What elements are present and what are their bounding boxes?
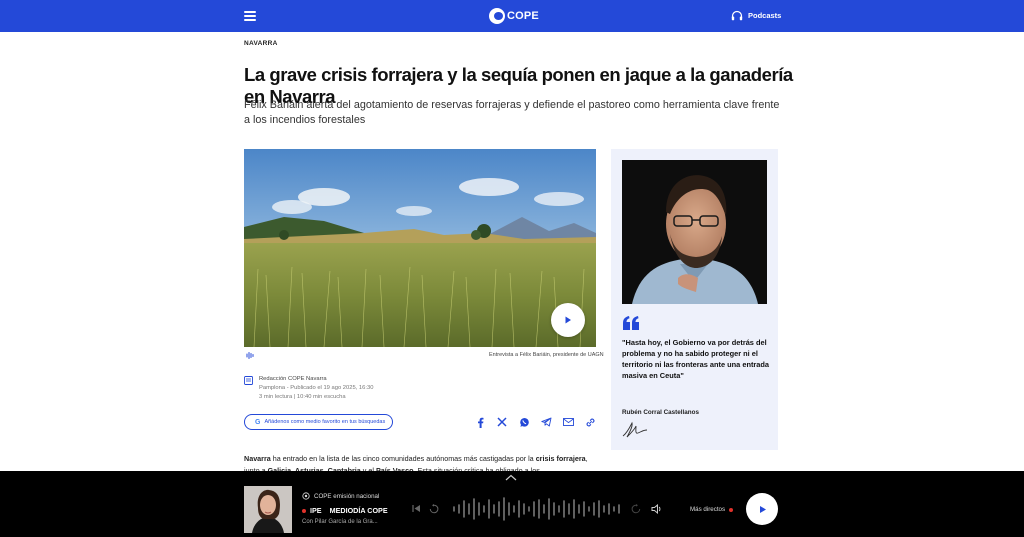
audio-wave-icon[interactable] [246, 351, 255, 360]
section-label[interactable]: NAVARRA [244, 40, 278, 47]
mail-icon[interactable] [561, 415, 575, 429]
opinion-quote-card[interactable]: "Hasta hoy, el Gobierno va por detrás de… [611, 149, 778, 450]
more-live-indicator [729, 508, 733, 512]
rewind-icon[interactable] [429, 504, 439, 514]
headphones-icon [731, 10, 743, 21]
cope-logo-mark [489, 8, 505, 24]
x-icon[interactable] [495, 415, 509, 429]
program-title-row: IPE MEDIODÍA COPE [310, 506, 388, 515]
radio-player-bar: COPE emisión nacional IPE MEDIODÍA COPE C… [0, 471, 1024, 537]
google-button-label: Añádenos como medio favorito en tus búsq… [264, 419, 386, 425]
body-bold-crisis[interactable]: crisis forrajera [536, 454, 586, 463]
quote-author: Rubén Corral Castellanos [622, 409, 699, 416]
more-live-link[interactable]: Más directos [690, 506, 725, 513]
player-play-button[interactable] [746, 493, 778, 525]
article-subtitle: Félix Bariáin alerta del agotamiento de … [244, 99, 780, 126]
body-bold-navarra[interactable]: Navarra [244, 454, 271, 463]
cope-logo[interactable]: COPE [489, 7, 539, 25]
landscape-illustration [244, 149, 596, 347]
live-indicator [302, 509, 306, 513]
skip-back-icon[interactable] [412, 504, 421, 513]
newspaper-icon [244, 376, 253, 385]
station-label[interactable]: COPE emisión nacional [302, 492, 379, 500]
google-favorite-button[interactable]: G Añádenos como medio favorito en tus bú… [244, 414, 393, 430]
author-portrait [622, 160, 767, 304]
audio-waveform[interactable] [452, 497, 624, 521]
image-caption: Entrevista a Félix Bariáin, presidente d… [489, 352, 604, 358]
hero-image [244, 149, 596, 347]
program-title: MEDIODÍA COPE [329, 506, 388, 515]
hero-play-button[interactable] [551, 303, 585, 337]
play-icon [759, 505, 766, 513]
station-name: COPE emisión nacional [314, 492, 380, 500]
podcasts-label: Podcasts [748, 11, 782, 20]
chevron-up-icon[interactable] [505, 474, 517, 481]
forward-icon[interactable] [631, 504, 641, 514]
cope-logo-text: COPE [507, 10, 539, 22]
top-bar: COPE Podcasts [0, 0, 1024, 32]
facebook-icon[interactable] [473, 415, 487, 429]
volume-icon[interactable] [651, 504, 663, 514]
byline-reading-time: 3 min lectura | 10:40 min escucha [259, 394, 346, 400]
hamburger-icon[interactable] [244, 11, 256, 21]
body-text-1: ha entrado en la lista de las cinco comu… [270, 454, 536, 463]
program-host-thumbnail [244, 486, 292, 533]
link-icon[interactable] [583, 415, 597, 429]
whatsapp-icon[interactable] [517, 415, 531, 429]
quote-icon [623, 316, 639, 330]
telegram-icon[interactable] [539, 415, 553, 429]
program-host: Con Pilar García de la Gra... [302, 519, 378, 525]
signature-image [622, 421, 648, 438]
google-icon: G [255, 418, 261, 426]
program-tag: IPE [310, 506, 322, 515]
play-icon [565, 316, 571, 324]
radio-signal-icon [302, 492, 310, 500]
byline-author[interactable]: Redacción COPE Navarra [259, 376, 327, 382]
quote-text: "Hasta hoy, el Gobierno va por detrás de… [622, 338, 770, 380]
podcasts-link[interactable]: Podcasts [731, 10, 781, 21]
byline-date: Pamplona - Publicado el 19 ago 2025, 16:… [259, 385, 374, 391]
